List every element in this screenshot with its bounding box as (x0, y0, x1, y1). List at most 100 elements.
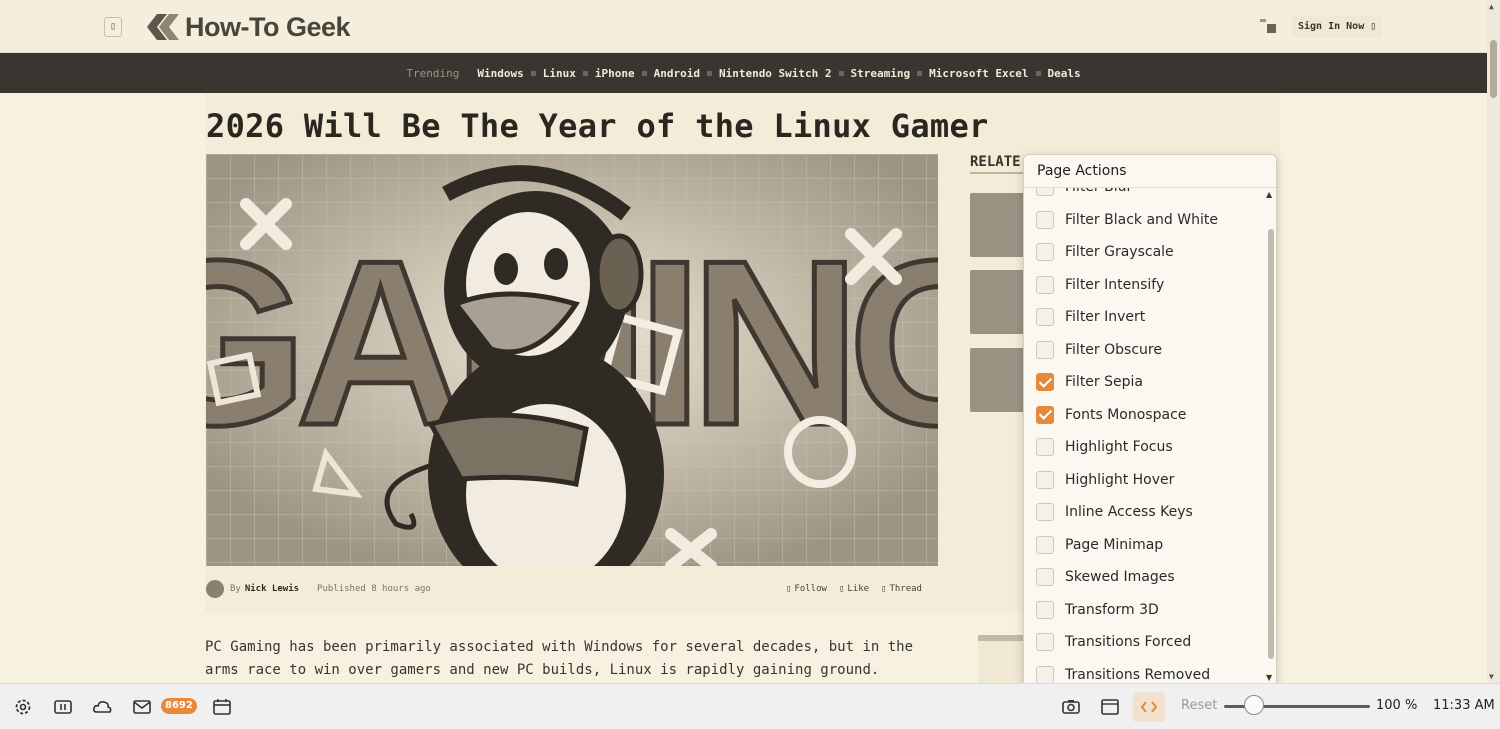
page-actions-panel: Filter BlurFilter Black and WhiteFilter … (1023, 154, 1277, 685)
capture-icon[interactable] (1060, 696, 1082, 718)
checkbox[interactable] (1036, 308, 1054, 327)
site-logo[interactable]: How-To Geek (143, 8, 351, 46)
scroll-up-arrow-icon[interactable]: ▲ (1489, 2, 1494, 11)
page-actions-title: Page Actions (1024, 155, 1276, 188)
tiling-icon[interactable] (1099, 696, 1121, 718)
author-link[interactable]: Nick Lewis (245, 584, 299, 594)
byline: By Nick Lewis Published 8 hours ago (206, 580, 431, 598)
checkbox[interactable] (1036, 470, 1054, 489)
trending-link-switch[interactable]: Nintendo Switch 2 (719, 67, 832, 80)
page-action-label: Highlight Hover (1065, 471, 1175, 488)
page-action-label: Filter Sepia (1065, 374, 1143, 391)
checkbox[interactable] (1036, 243, 1054, 262)
panel-scroll-up-icon[interactable]: ▲ (1266, 190, 1272, 199)
checkbox[interactable] (1036, 600, 1054, 619)
checkbox[interactable] (1036, 568, 1054, 587)
trending-link-iphone[interactable]: iPhone (595, 67, 635, 80)
panel-scroll-down-icon[interactable]: ▼ (1266, 673, 1272, 682)
page-action-item[interactable]: Filter Grayscale (1024, 236, 1264, 269)
page-action-label: Page Minimap (1065, 536, 1164, 553)
mail-icon[interactable] (131, 696, 153, 718)
profile-icon[interactable] (1258, 17, 1278, 35)
panel-icon[interactable] (52, 696, 74, 718)
scroll-down-arrow-icon[interactable]: ▼ (1489, 672, 1494, 681)
sign-in-button[interactable]: Sign In Now ▯ (1292, 16, 1383, 38)
page-action-label: Transitions Removed (1065, 666, 1211, 683)
checkbox-checked[interactable] (1036, 373, 1054, 392)
panel-scrollbar-thumb[interactable] (1268, 229, 1274, 659)
page-action-item[interactable]: Filter Black and White (1024, 204, 1264, 237)
trending-link-windows[interactable]: Windows (477, 67, 523, 80)
page-action-item[interactable]: Filter Invert (1024, 301, 1264, 334)
clock: 11:33 AM (1433, 698, 1495, 713)
settings-icon[interactable] (12, 696, 34, 718)
page-action-item[interactable]: Transitions Forced (1024, 626, 1264, 659)
checkbox[interactable] (1036, 633, 1054, 652)
byline-prefix: By (230, 584, 241, 594)
logo-mark-icon (147, 14, 179, 40)
site-header: ▯ How-To Geek Sign In Now ▯ (0, 0, 1487, 53)
trending-link-deals[interactable]: Deals (1048, 67, 1081, 80)
logo-text: How-To Geek (185, 11, 351, 42)
page-actions-icon (1140, 701, 1158, 713)
page-action-item[interactable]: Highlight Hover (1024, 464, 1264, 497)
author-avatar (206, 580, 224, 598)
thread-button[interactable]: Thread (881, 584, 922, 594)
checkbox[interactable] (1036, 340, 1054, 359)
zoom-level: 100 % (1376, 698, 1418, 713)
trending-label: Trending (406, 66, 460, 80)
checkbox[interactable] (1036, 438, 1054, 457)
calendar-icon[interactable] (211, 696, 233, 718)
checkbox[interactable] (1036, 210, 1054, 229)
panel-scrollbar[interactable]: ▲ ▼ (1264, 189, 1276, 684)
mail-count-badge: 8692 (161, 698, 197, 714)
article-body: PC Gaming has been primarily associated … (205, 639, 914, 678)
page-action-item[interactable]: Highlight Focus (1024, 431, 1264, 464)
page-action-label: Filter Intensify (1065, 276, 1165, 293)
page-action-item[interactable]: Transitions Removed (1024, 659, 1264, 685)
page-action-item[interactable]: Filter Intensify (1024, 269, 1264, 302)
trending-link-android[interactable]: Android (654, 67, 700, 80)
page-action-label: Transitions Forced (1065, 634, 1192, 651)
follow-button[interactable]: Follow (786, 584, 827, 594)
checkbox-checked[interactable] (1036, 405, 1054, 424)
sidebar-card[interactable] (978, 635, 1028, 685)
related-thumbnail[interactable] (970, 270, 1025, 334)
trending-separator (838, 70, 844, 76)
page-action-item[interactable]: Skewed Images (1024, 561, 1264, 594)
trending-separator (917, 70, 923, 76)
page-action-item[interactable]: Filter Obscure (1024, 334, 1264, 367)
trending-link-excel[interactable]: Microsoft Excel (929, 67, 1028, 80)
page-action-label: Inline Access Keys (1065, 504, 1193, 521)
trending-separator (582, 70, 588, 76)
checkbox[interactable] (1036, 665, 1054, 684)
page-actions-list: Filter BlurFilter Black and WhiteFilter … (1024, 171, 1264, 685)
related-heading: RELATE (970, 154, 1021, 170)
page-scrollbar[interactable]: ▲ ▼ (1487, 0, 1500, 683)
page-action-item[interactable]: Fonts Monospace (1024, 399, 1264, 432)
trending-link-linux[interactable]: Linux (543, 67, 576, 80)
page-action-label: Filter Grayscale (1065, 244, 1174, 261)
cloud-sync-icon[interactable] (91, 696, 113, 718)
trending-separator (530, 70, 536, 76)
hero-image: GAMING (206, 154, 938, 566)
page-action-item[interactable]: Filter Sepia (1024, 366, 1264, 399)
checkbox[interactable] (1036, 503, 1054, 522)
article-actions: Follow Like Thread (786, 584, 922, 594)
related-thumbnail[interactable] (970, 193, 1025, 257)
scrollbar-thumb[interactable] (1490, 40, 1497, 98)
checkbox[interactable] (1036, 275, 1054, 294)
page-action-label: Filter Black and White (1065, 211, 1218, 228)
menu-icon[interactable]: ▯ (104, 17, 122, 37)
zoom-reset-button[interactable]: Reset (1181, 698, 1217, 713)
page-action-item[interactable]: Inline Access Keys (1024, 496, 1264, 529)
page-actions-button[interactable] (1133, 692, 1165, 722)
trending-separator (706, 70, 712, 76)
trending-link-streaming[interactable]: Streaming (851, 67, 911, 80)
like-button[interactable]: Like (839, 584, 869, 594)
related-thumbnail[interactable] (970, 348, 1025, 412)
page-action-item[interactable]: Page Minimap (1024, 529, 1264, 562)
page-action-item[interactable]: Transform 3D (1024, 594, 1264, 627)
checkbox[interactable] (1036, 535, 1054, 554)
zoom-slider-handle[interactable] (1244, 695, 1264, 715)
